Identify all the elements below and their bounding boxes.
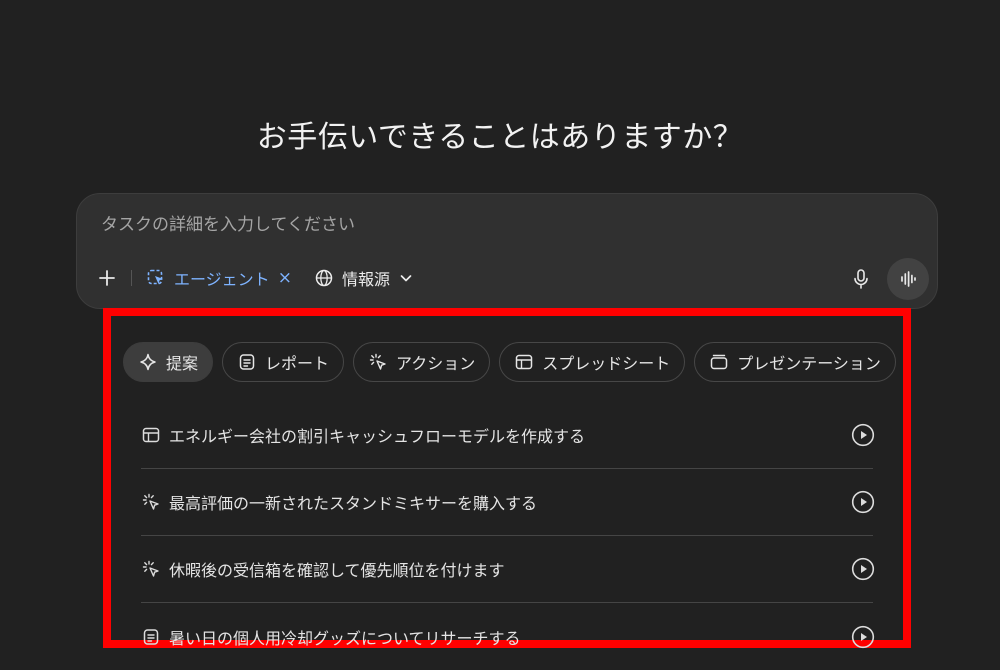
table-icon [515,354,533,370]
add-button[interactable] [95,266,119,290]
document-icon [143,628,159,645]
tab-label: プレゼンテーション [737,354,881,373]
category-tabs: 提案 レポート アクション スプレッドシート プレゼンテーション [123,342,905,382]
tab-presentation[interactable]: プレゼンテーション [694,342,896,382]
agent-chip-label: エージェント [174,270,270,289]
play-icon[interactable] [851,557,875,581]
tab-suggestions[interactable]: 提案 [123,342,214,382]
cursor-click-icon [142,560,159,577]
task-input[interactable] [99,212,803,238]
play-icon[interactable] [851,490,875,514]
tab-label: スプレッドシート [542,354,671,373]
suggestion-label: 休暇後の受信箱を確認して優先順位を付けます [169,561,505,580]
tab-action[interactable]: アクション [353,342,491,382]
composer-right-tools [843,258,929,300]
play-icon[interactable] [851,625,875,649]
task-composer: エージェント × 情報源 [76,193,938,309]
slides-icon [711,354,728,370]
suggestion-label: 最高評価の一新されたスタンドミキサーを購入する [169,494,538,513]
suggestions-panel: 提案 レポート アクション スプレッドシート プレゼンテーション エネルギー会社… [103,308,911,648]
globe-icon [315,269,333,287]
sources-label: 情報源 [341,270,390,289]
table-icon [142,427,160,443]
tab-spreadsheet[interactable]: スプレッドシート [499,342,686,382]
cursor-click-icon [369,353,386,370]
sources-dropdown[interactable]: 情報源 [314,266,414,290]
suggestion-label: 暑い日の個人用冷却グッズについてリサーチする [169,628,521,648]
list-item[interactable]: 暑い日の個人用冷却グッズについてリサーチする [141,603,875,670]
play-icon[interactable] [851,423,875,447]
list-item[interactable]: 休暇後の受信箱を確認して優先順位を付けます [141,536,875,603]
page-title: お手伝いできることはありますか？ [256,120,744,155]
tools-divider [131,270,132,286]
document-icon [239,354,255,370]
composer-tools: エージェント × 情報源 [95,260,414,296]
microphone-icon [854,269,868,289]
tab-label: アクション [396,354,476,373]
agent-chip[interactable]: エージェント × [146,266,292,290]
agent-remove-icon[interactable]: × [278,268,292,288]
chevron-down-icon [400,275,412,282]
waveform-icon [901,271,916,287]
tab-report[interactable]: レポート [222,342,345,382]
agent-icon [147,269,163,285]
plus-icon [99,270,115,286]
sparkle-icon [140,353,156,371]
list-item[interactable]: 最高評価の一新されたスタンドミキサーを購入する [141,469,875,536]
cursor-click-icon [142,493,159,510]
list-item[interactable]: エネルギー会社の割引キャッシュフローモデルを作成する [141,402,875,469]
tab-label: 提案 [166,354,199,373]
microphone-button[interactable] [843,261,879,297]
voice-mode-button[interactable] [887,258,929,300]
suggestion-label: エネルギー会社の割引キャッシュフローモデルを作成する [169,427,586,446]
tab-label: レポート [265,354,330,373]
suggestion-list: エネルギー会社の割引キャッシュフローモデルを作成する 最高評価の一新されたスタン… [141,402,875,670]
